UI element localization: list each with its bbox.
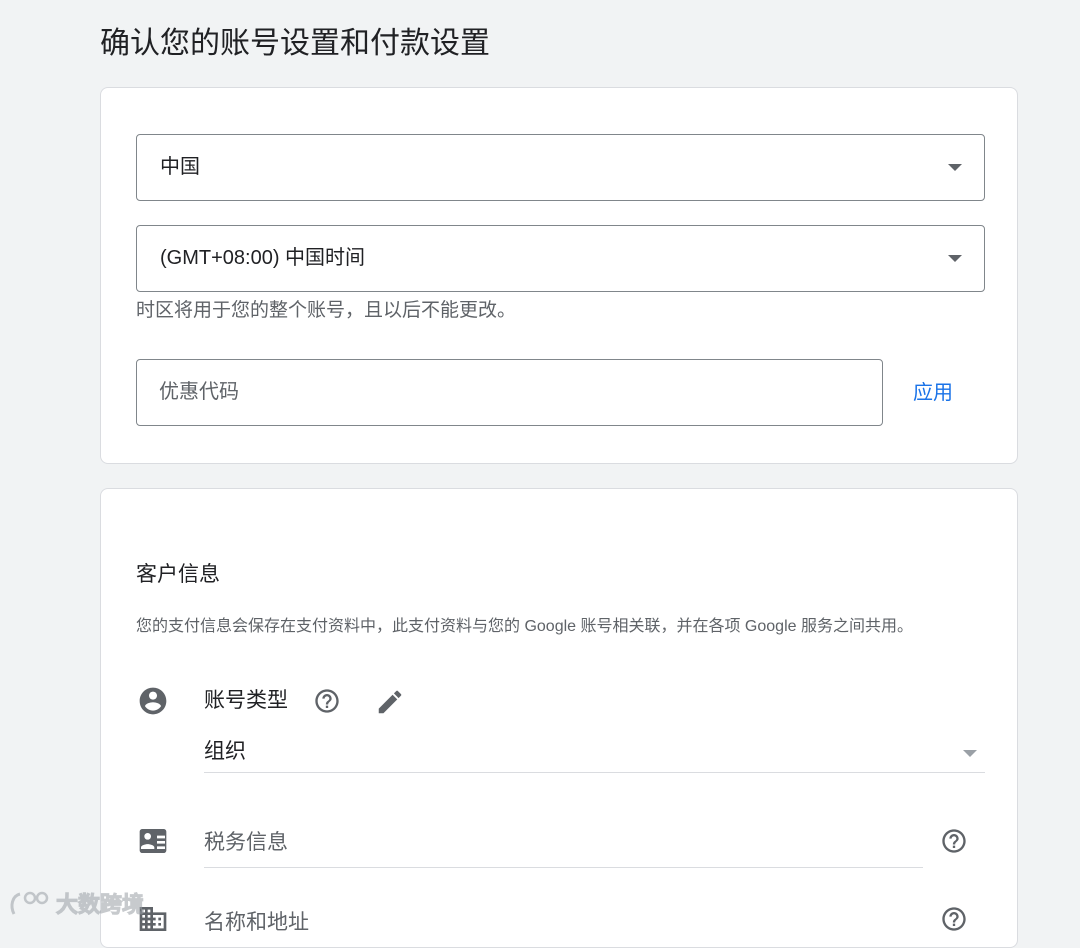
watermark-text: 大数跨境 <box>55 892 145 918</box>
timezone-select[interactable]: (GMT+08:00) 中国时间 <box>136 225 985 292</box>
name-address-field[interactable]: 名称和地址 <box>204 902 923 948</box>
country-select-value: 中国 <box>160 156 200 178</box>
watermark: 大数跨境 <box>8 885 145 921</box>
page-title: 确认您的账号设置和付款设置 <box>100 27 490 60</box>
timezone-select-value: (GMT+08:00) 中国时间 <box>160 247 366 269</box>
tax-info-label: 税务信息 <box>204 831 288 854</box>
help-circle-icon[interactable] <box>940 905 968 933</box>
settings-card: 中国 (GMT+08:00) 中国时间 时区将用于您的整个账号，且以后不能更改。… <box>100 87 1018 464</box>
help-circle-icon[interactable] <box>313 687 341 715</box>
section-title: 客户信息 <box>136 563 220 586</box>
dropdown-arrow-icon <box>963 750 977 757</box>
account-type-select[interactable]: 组织 <box>204 733 985 773</box>
account-circle-icon <box>139 687 167 715</box>
account-type-value: 组织 <box>204 740 246 763</box>
dropdown-arrow-icon <box>948 255 962 262</box>
account-type-label: 账号类型 <box>204 689 288 712</box>
country-select[interactable]: 中国 <box>136 134 985 201</box>
tax-info-field[interactable]: 税务信息 <box>204 822 923 868</box>
name-address-label: 名称和地址 <box>204 911 309 934</box>
customer-info-card: 客户信息 您的支付信息会保存在支付资料中，此支付资料与您的 Google 账号相… <box>100 488 1018 948</box>
contact-card-icon <box>139 829 167 853</box>
apply-button[interactable]: 应用 <box>901 371 965 415</box>
pencil-icon[interactable] <box>375 687 405 717</box>
timezone-helper-text: 时区将用于您的整个账号，且以后不能更改。 <box>136 300 517 321</box>
watermark-logo-icon <box>10 891 49 915</box>
section-description: 您的支付信息会保存在支付资料中，此支付资料与您的 Google 账号相关联，并在… <box>136 618 913 635</box>
promo-code-input[interactable] <box>136 359 883 426</box>
dropdown-arrow-icon <box>948 164 962 171</box>
help-circle-icon[interactable] <box>940 827 968 855</box>
